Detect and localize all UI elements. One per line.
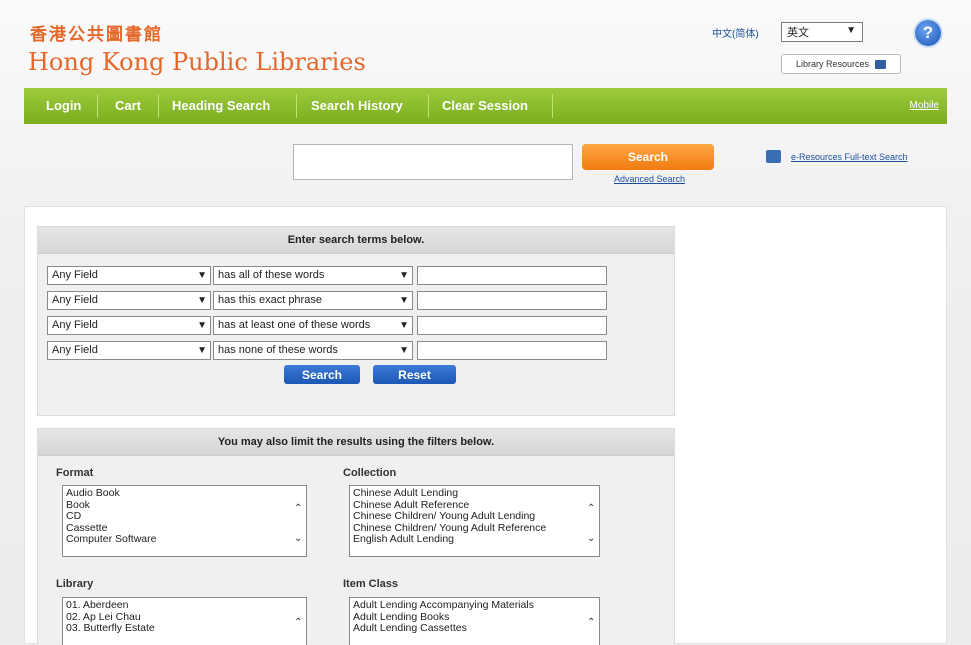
term-input-4[interactable] xyxy=(417,341,607,360)
match-select-2[interactable]: has this exact phrase ▼ xyxy=(213,291,413,310)
scroll-up-icon[interactable]: ⌃ xyxy=(294,494,304,524)
field-select-1[interactable]: Any Field ▼ xyxy=(47,266,211,285)
item-class-listbox[interactable]: Adult Lending Accompanying Materials Adu… xyxy=(349,597,600,645)
field-select-value: Any Field xyxy=(52,294,98,306)
help-icon[interactable]: ? xyxy=(915,20,941,46)
chevron-down-icon: ▼ xyxy=(197,295,207,306)
filters-header: You may also limit the results using the… xyxy=(38,429,674,456)
language-link[interactable]: 中文(简体) xyxy=(712,25,759,40)
filters-box: You may also limit the results using the… xyxy=(37,428,675,645)
field-select-2[interactable]: Any Field ▼ xyxy=(47,291,211,310)
field-select-value: Any Field xyxy=(52,319,98,331)
field-select-value: Any Field xyxy=(52,344,98,356)
logo-english[interactable]: Hong Kong Public Libraries xyxy=(28,48,366,76)
match-select-value: has all of these words xyxy=(218,269,325,281)
term-input-1[interactable] xyxy=(417,266,607,285)
list-item[interactable]: Audio Book xyxy=(66,487,303,500)
nav-mobile-link[interactable]: Mobile xyxy=(910,88,939,124)
scroll-up-icon[interactable]: ⌃ xyxy=(294,608,304,638)
chevron-down-icon: ▼ xyxy=(197,320,207,331)
nav-separator xyxy=(428,94,429,118)
language-select-value: 英文 xyxy=(787,27,809,39)
scroll-down-icon[interactable]: ⌄ xyxy=(294,524,304,554)
chevron-down-icon: ▼ xyxy=(846,25,856,36)
list-item[interactable]: Adult Lending Cassettes xyxy=(353,622,596,635)
field-select-4[interactable]: Any Field ▼ xyxy=(47,341,211,360)
reset-button[interactable]: Reset xyxy=(373,365,456,384)
chevron-down-icon: ▼ xyxy=(197,270,207,281)
scrollbar[interactable]: ⌃ xyxy=(294,608,304,638)
match-select-value: has none of these words xyxy=(218,344,338,356)
search-terms-box: Enter search terms below. Any Field ▼ has… xyxy=(37,226,675,416)
chevron-down-icon: ▼ xyxy=(399,295,409,306)
language-select[interactable]: 英文 ▼ xyxy=(781,22,863,42)
nav-search-history[interactable]: Search History xyxy=(311,88,403,124)
nav-separator xyxy=(97,94,98,118)
nav-clear-session[interactable]: Clear Session xyxy=(442,88,528,124)
collection-label: Collection xyxy=(343,467,397,479)
list-item[interactable]: 01. Aberdeen xyxy=(66,599,303,612)
chevron-down-icon: ▼ xyxy=(399,320,409,331)
field-select-value: Any Field xyxy=(52,269,98,281)
list-item[interactable]: CD xyxy=(66,510,303,523)
item-class-label: Item Class xyxy=(343,578,399,590)
match-select-3[interactable]: has at least one of these words ▼ xyxy=(213,316,413,335)
library-label: Library xyxy=(56,578,94,590)
scroll-up-icon[interactable]: ⌃ xyxy=(587,608,597,638)
chevron-down-icon: ▼ xyxy=(399,345,409,356)
library-resources-button[interactable]: Library Resources xyxy=(781,54,901,74)
term-input-3[interactable] xyxy=(417,316,607,335)
scrollbar[interactable]: ⌃ ⌄ xyxy=(587,494,597,554)
collection-listbox[interactable]: Chinese Adult Lending Chinese Adult Refe… xyxy=(349,485,600,557)
chevron-down-icon: ▼ xyxy=(399,270,409,281)
scroll-up-icon[interactable]: ⌃ xyxy=(587,494,597,524)
match-select-1[interactable]: has all of these words ▼ xyxy=(213,266,413,285)
list-item[interactable]: Chinese Children/ Young Adult Lending xyxy=(353,510,596,523)
match-select-4[interactable]: has none of these words ▼ xyxy=(213,341,413,360)
scrollbar[interactable]: ⌃ ⌄ xyxy=(294,494,304,554)
nav-cart[interactable]: Cart xyxy=(115,88,141,124)
nav-separator xyxy=(552,94,553,118)
chevron-down-icon: ▼ xyxy=(197,345,207,356)
advanced-search-link[interactable]: Advanced Search xyxy=(614,174,685,184)
library-listbox[interactable]: 01. Aberdeen 02. Ap Lei Chau 03. Butterf… xyxy=(62,597,307,645)
logo-chinese[interactable]: 香港公共圖書館 xyxy=(30,20,163,45)
search-button[interactable]: Search xyxy=(284,365,360,384)
format-listbox[interactable]: Audio Book Book CD Cassette Computer Sof… xyxy=(62,485,307,557)
list-item[interactable]: 03. Butterfly Estate xyxy=(66,622,303,635)
term-input-2[interactable] xyxy=(417,291,607,310)
field-select-3[interactable]: Any Field ▼ xyxy=(47,316,211,335)
eresources-icon xyxy=(766,150,781,163)
format-label: Format xyxy=(56,467,94,479)
library-building-icon xyxy=(875,59,887,69)
eresources-link[interactable]: e-Resources Full-text Search xyxy=(766,150,908,163)
list-item[interactable]: Chinese Adult Lending xyxy=(353,487,596,500)
scroll-down-icon[interactable]: ⌄ xyxy=(587,524,597,554)
nav-heading-search[interactable]: Heading Search xyxy=(172,88,270,124)
list-item[interactable]: Computer Software xyxy=(66,533,303,546)
nav-separator xyxy=(296,94,297,118)
quick-search-button[interactable]: Search xyxy=(582,144,714,170)
list-item[interactable]: Book xyxy=(66,499,303,512)
search-terms-header: Enter search terms below. xyxy=(38,227,674,254)
list-item[interactable]: English Adult Lending xyxy=(353,533,596,546)
nav-login[interactable]: Login xyxy=(46,88,81,124)
scrollbar[interactable]: ⌃ xyxy=(587,608,597,638)
list-item[interactable]: Adult Lending Accompanying Materials xyxy=(353,599,596,612)
main-nav-bar: Login Cart Heading Search Search History… xyxy=(24,88,947,124)
nav-separator xyxy=(158,94,159,118)
eresources-label: e-Resources Full-text Search xyxy=(791,151,908,162)
match-select-value: has this exact phrase xyxy=(218,294,322,306)
match-select-value: has at least one of these words xyxy=(218,319,371,331)
quick-search-input[interactable] xyxy=(293,144,573,180)
library-resources-label: Library Resources xyxy=(795,59,870,69)
